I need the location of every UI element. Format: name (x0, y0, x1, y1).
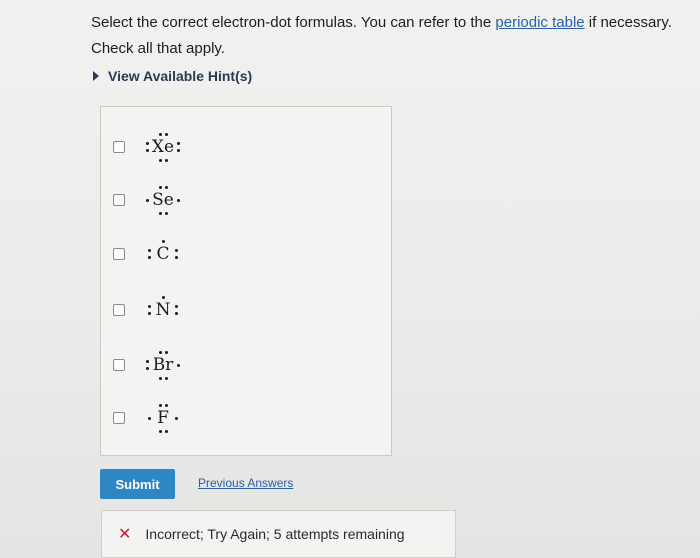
lewis-structure: Br (139, 345, 185, 385)
choices-box: Xe Se C N Br F (100, 106, 392, 456)
question-line-2: Check all that apply. (91, 40, 225, 57)
choice-checkbox[interactable] (113, 304, 125, 316)
lewis-structure: C (139, 234, 185, 274)
electron-dot (148, 417, 151, 420)
electron-dot (175, 312, 178, 315)
electron-dot (159, 351, 162, 354)
choice-checkbox[interactable] (113, 248, 125, 260)
element-symbol: C (156, 244, 170, 264)
electron-dot (165, 377, 168, 380)
electron-dot (165, 404, 168, 407)
choice-br[interactable]: Br (113, 345, 185, 385)
electron-dot (175, 249, 178, 252)
choice-checkbox[interactable] (113, 141, 125, 153)
electron-dot (175, 256, 178, 259)
feedback-text: Incorrect; Try Again; 5 attempts remaini… (145, 526, 405, 542)
electron-dot (165, 159, 168, 162)
electron-dot (162, 240, 165, 243)
electron-dot (148, 312, 151, 315)
electron-dot (175, 417, 178, 420)
electron-dot (159, 159, 162, 162)
electron-dot (165, 430, 168, 433)
choice-xe[interactable]: Xe (113, 127, 185, 167)
choice-n[interactable]: N (113, 290, 185, 330)
electron-dot (159, 212, 162, 215)
x-icon: ✕ (118, 526, 132, 543)
electron-dot (165, 351, 168, 354)
electron-dot (175, 305, 178, 308)
element-symbol: F (157, 408, 169, 428)
submit-button[interactable]: Submit (100, 469, 175, 499)
electron-dot (146, 367, 149, 370)
electron-dot (146, 360, 149, 363)
choice-checkbox[interactable] (113, 359, 125, 371)
choice-f[interactable]: F (113, 398, 185, 438)
electron-dot (146, 142, 149, 145)
choice-c[interactable]: C (113, 234, 185, 274)
periodic-table-link[interactable]: periodic table (495, 14, 584, 31)
electron-dot (162, 296, 165, 299)
electron-dot (177, 199, 180, 202)
feedback-box: ✕ Incorrect; Try Again; 5 attempts remai… (101, 510, 456, 558)
electron-dot (165, 133, 168, 136)
question-text: Select the correct electron-dot formulas… (91, 10, 672, 62)
electron-dot (177, 364, 180, 367)
electron-dot (148, 249, 151, 252)
choice-checkbox[interactable] (113, 412, 125, 424)
electron-dot (159, 404, 162, 407)
electron-dot (159, 430, 162, 433)
electron-dot (148, 305, 151, 308)
choice-checkbox[interactable] (113, 194, 125, 206)
view-hints-toggle[interactable]: View Available Hint(s) (93, 68, 252, 84)
electron-dot (165, 212, 168, 215)
electron-dot (159, 133, 162, 136)
electron-dot (165, 186, 168, 189)
electron-dot (148, 256, 151, 259)
question-instruction-end: if necessary. (584, 14, 672, 31)
electron-dot (146, 149, 149, 152)
lewis-structure: Xe (139, 127, 185, 167)
lewis-structure: N (139, 290, 185, 330)
question-instruction: Select the correct electron-dot formulas… (91, 14, 496, 31)
view-hints-label: View Available Hint(s) (108, 68, 253, 84)
question-line-1: Select the correct electron-dot formulas… (91, 10, 672, 36)
electron-dot (159, 186, 162, 189)
problem-page: Select the correct electron-dot formulas… (0, 0, 700, 558)
electron-dot (177, 149, 180, 152)
previous-answers-link[interactable]: Previous Answers (198, 476, 293, 490)
electron-dot (146, 199, 149, 202)
element-symbol: Se (152, 190, 174, 210)
electron-dot (177, 142, 180, 145)
lewis-structure: Se (139, 180, 185, 220)
electron-dot (159, 377, 162, 380)
choice-se[interactable]: Se (113, 180, 185, 220)
element-symbol: N (155, 300, 171, 320)
caret-right-icon (93, 71, 99, 81)
lewis-structure: F (139, 398, 185, 438)
element-symbol: Br (152, 355, 174, 375)
element-symbol: Xe (151, 137, 175, 157)
